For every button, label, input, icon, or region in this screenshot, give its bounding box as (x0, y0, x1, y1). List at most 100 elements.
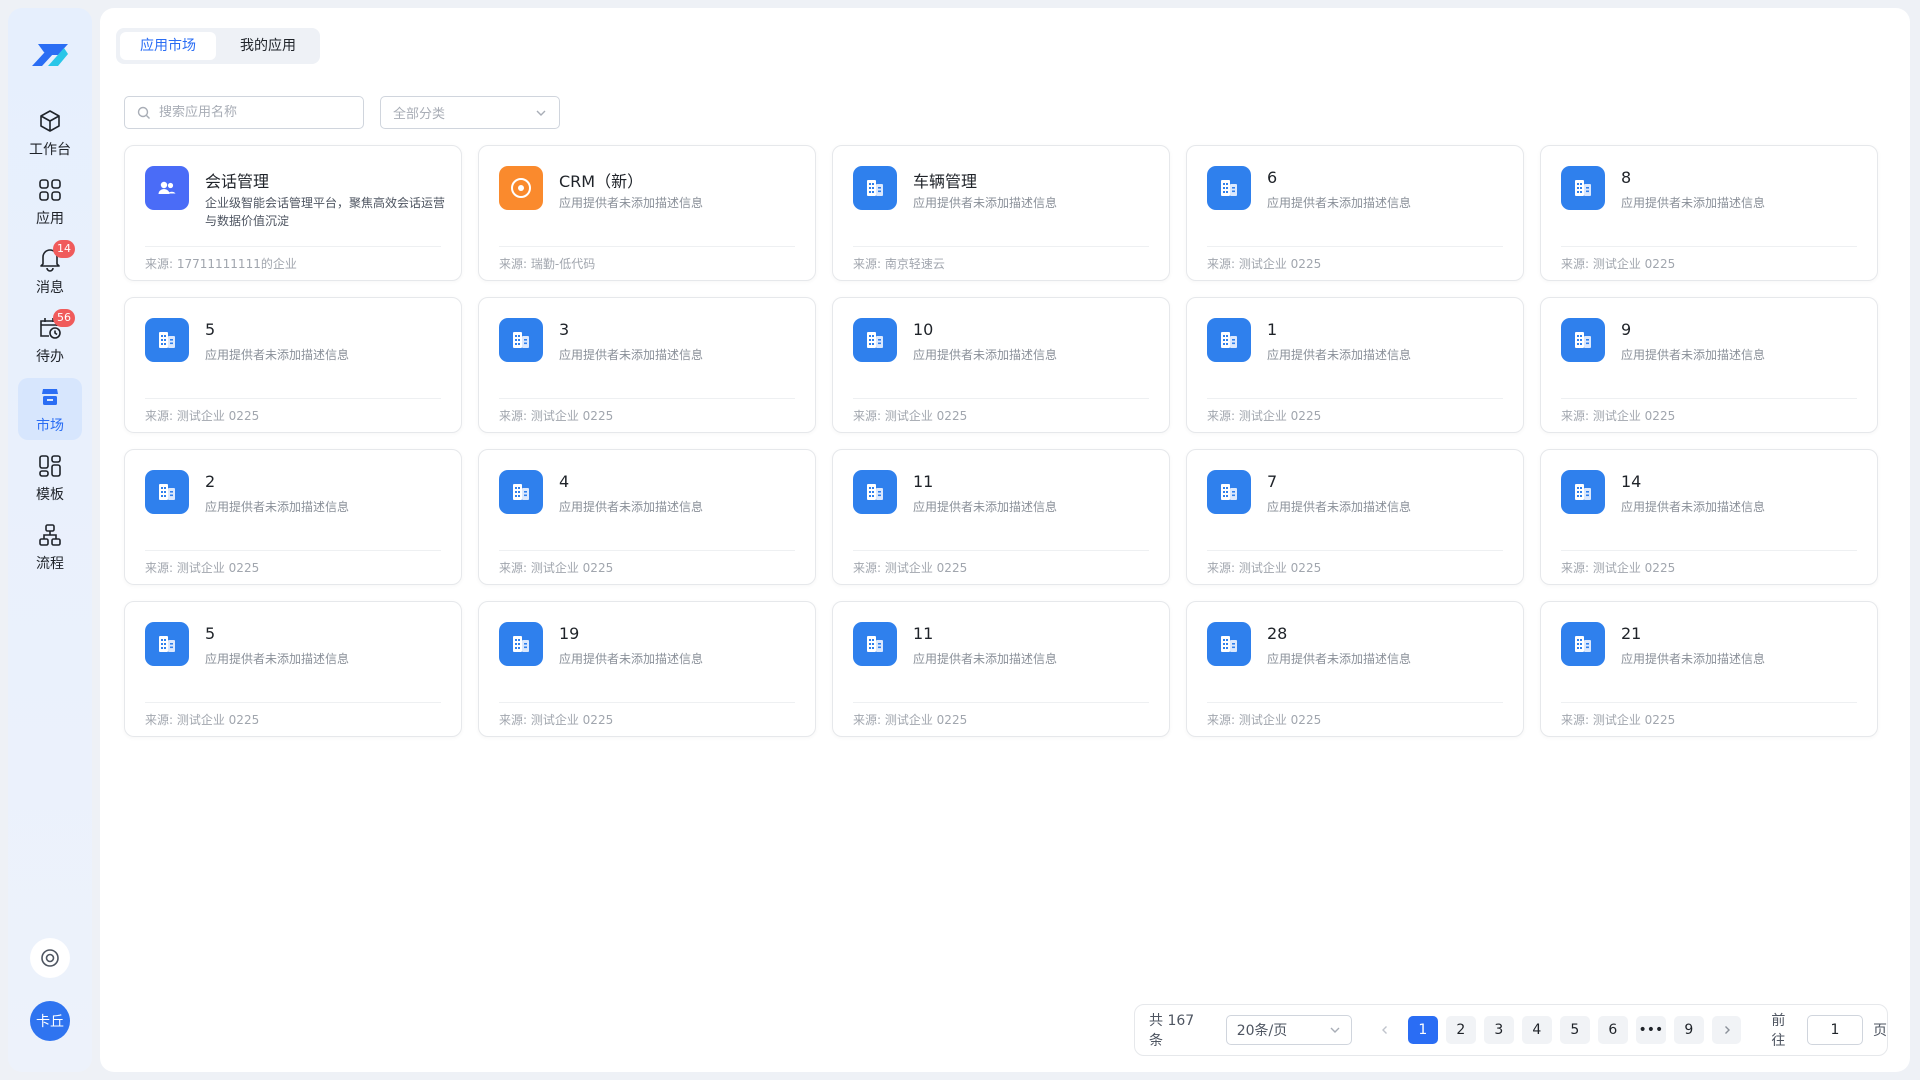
nav-label-apps: 应用 (36, 210, 64, 227)
app-card-source: 来源: 测试企业 0225 (1561, 561, 1676, 575)
app-card[interactable]: 21 应用提供者未添加描述信息 来源: 测试企业 0225 (1540, 601, 1878, 737)
crm-icon (499, 166, 543, 210)
nav-item-apps[interactable]: 应用 (18, 171, 82, 233)
page-button[interactable]: 9 (1673, 1016, 1704, 1044)
app-card-source: 来源: 南京轻速云 (853, 257, 945, 271)
app-card-title: 车辆管理 (913, 172, 978, 191)
app-card-description: 应用提供者未添加描述信息 (913, 348, 1058, 362)
app-card-source: 来源: 瑞勤-低代码 (499, 257, 596, 271)
goto-label: 前往 (1771, 1013, 1786, 1049)
page-button[interactable]: 4 (1521, 1016, 1552, 1044)
app-card-divider (1207, 702, 1503, 703)
app-card[interactable]: CRM（新） 应用提供者未添加描述信息 来源: 瑞勤-低代码 (478, 145, 816, 281)
app-card-title: 9 (1621, 320, 1632, 339)
app-card[interactable]: 7 应用提供者未添加描述信息 来源: 测试企业 0225 (1186, 449, 1524, 585)
building-icon (145, 318, 189, 362)
app-card[interactable]: 4 应用提供者未添加描述信息 来源: 测试企业 0225 (478, 449, 816, 585)
app-card[interactable]: 19 应用提供者未添加描述信息来源: 测试企业 0225 (478, 601, 816, 737)
app-card[interactable]: 5 应用提供者未添加描述信息 来源: 测试企业 0225 (124, 601, 462, 737)
app-card-title: 11 (913, 624, 934, 643)
app-card[interactable]: 11 应用提供者未添加描述信息 来源: 测试企业 0225 (832, 449, 1170, 585)
building-icon (853, 622, 897, 666)
app-card-description: 应用提供者未添加描述信息 (913, 500, 1058, 514)
app-card-description: 应用提供者未添加描述信息 (559, 500, 704, 514)
app-card-source: 来源: 测试企业 0225 (1561, 409, 1676, 423)
tab-bar: 应用市场 我的应用 (116, 28, 320, 64)
category-select[interactable]: 全部分类 (380, 96, 560, 129)
app-card-description: 应用提供者未添加描述信息 (1267, 196, 1412, 210)
search-input[interactable] (159, 105, 349, 120)
chevron-right-icon (1724, 1026, 1730, 1034)
app-card-description: 应用提供者未添加描述信息 (913, 196, 1058, 210)
nav-label-market: 市场 (36, 417, 64, 434)
page-size-select[interactable]: 20条/页 (1225, 1015, 1353, 1045)
app-card-title: 5 (205, 320, 216, 339)
app-card-source: 来源: 测试企业 0225 (853, 409, 968, 423)
page-button[interactable]: 3 (1483, 1016, 1514, 1044)
app-card-title: 21 (1621, 624, 1642, 643)
page-button[interactable]: 5 (1559, 1016, 1590, 1044)
sidebar: 工作台 应用 14 消息 56 待办 市场 模板 流程 卡丘 (8, 8, 92, 1072)
page-button[interactable]: 1 (1407, 1016, 1438, 1044)
chevron-down-icon (1330, 1027, 1340, 1033)
app-card-description: 应用提供者未添加描述信息 (1621, 652, 1766, 666)
nav-item-messages[interactable]: 14 消息 (18, 239, 82, 302)
app-card[interactable]: 1 应用提供者未添加描述信息 来源: 测试企业 0225 (1186, 297, 1524, 433)
app-card[interactable]: 28 应用提供者未添加描述信息 来源: 测试企业 0225 (1186, 601, 1524, 737)
tab-app-market[interactable]: 应用市场 (120, 32, 216, 60)
app-card[interactable]: 10 应用提供者未添加描述信息 来源: 测试企业 0225 (832, 297, 1170, 433)
app-card-title: 7 (1267, 472, 1278, 491)
app-card-divider (145, 246, 441, 247)
avatar[interactable]: 卡丘 (30, 1001, 70, 1041)
app-card-title: 19 (559, 624, 580, 643)
app-card-source: 来源: 测试企业 0225 (145, 409, 260, 423)
app-card-divider (499, 550, 795, 551)
page-button[interactable]: 6 (1597, 1016, 1628, 1044)
app-card-source: 来源: 测试企业 0225 (499, 713, 614, 727)
nav-item-todo[interactable]: 56 待办 (18, 308, 82, 371)
app-card-grid: 会话管理 企业级智能会话管理平台，聚焦高效会话运营与数据价值沉淀 来源: 17711… (124, 145, 1878, 737)
page-size-value: 20条/页 (1236, 1023, 1288, 1039)
app-card-source: 来源: 测试企业 0225 (145, 713, 260, 727)
app-card[interactable]: 8 应用提供者未添加描述信息 来源: 测试企业 0225 (1540, 145, 1878, 281)
app-card[interactable]: 14 应用提供者未添加描述信息 来源: 测试企业 0225 (1540, 449, 1878, 585)
apps-grid-icon (37, 177, 63, 203)
building-icon (499, 622, 543, 666)
app-card-source: 来源: 17711111111的企业 (145, 257, 297, 271)
prev-page-button[interactable] (1370, 1016, 1400, 1044)
app-card[interactable]: 会话管理 企业级智能会话管理平台，聚焦高效会话运营与数据价值沉淀 来源: 17711… (124, 145, 462, 281)
app-card-title: 5 (205, 624, 216, 643)
tab-my-apps[interactable]: 我的应用 (220, 32, 316, 60)
app-card[interactable]: 5 应用提供者未添加描述信息 来源: 测试企业 0225 (124, 297, 462, 433)
app-card-description: 应用提供者未添加描述信息 (1267, 652, 1412, 666)
app-card-divider (1207, 550, 1503, 551)
app-card-title: 14 (1621, 472, 1642, 491)
app-card-divider (1207, 246, 1503, 247)
next-page-button[interactable] (1711, 1016, 1742, 1044)
app-card-title: 3 (559, 320, 570, 339)
app-card[interactable]: 2 应用提供者未添加描述信息 来源: 测试企业 0225 (124, 449, 462, 585)
app-card[interactable]: 3 应用提供者未添加描述信息 来源: 测试企业 0225 (478, 297, 816, 433)
app-card[interactable]: 9 应用提供者未添加描述信息 来源: 测试企业 0225 (1540, 297, 1878, 433)
app-card-source: 来源: 测试企业 0225 (1207, 257, 1322, 271)
app-card[interactable]: 11 应用提供者未添加描述信息 来源: 测试企业 0225 (832, 601, 1170, 737)
building-icon (853, 318, 897, 362)
people-icon (145, 166, 189, 210)
app-card-description: 应用提供者未添加描述信息 (559, 348, 704, 362)
page-button[interactable]: 2 (1445, 1016, 1476, 1044)
nav-item-market[interactable]: 市场 (18, 378, 82, 440)
app-card[interactable]: 6 应用提供者未添加描述信息 来源: 测试企业 0225 (1186, 145, 1524, 281)
nav-item-workbench[interactable]: 工作台 (18, 102, 82, 164)
nav-item-templates[interactable]: 模板 (18, 447, 82, 509)
app-card-description: 应用提供者未添加描述信息 (205, 500, 350, 514)
goto-page-input[interactable] (1807, 1015, 1864, 1045)
nav-item-flow[interactable]: 流程 (18, 516, 82, 578)
bell-icon: 14 (37, 239, 75, 272)
app-card[interactable]: 车辆管理应用提供者未添加描述信息来源: 南京轻速云 (832, 145, 1170, 281)
page-ellipsis-button[interactable]: ••• (1635, 1016, 1666, 1044)
settings-button[interactable] (30, 938, 70, 978)
app-card-divider (499, 702, 795, 703)
nav-label-todo: 待办 (36, 348, 64, 365)
app-card-description: 应用提供者未添加描述信息 (559, 652, 704, 666)
app-card-description: 应用提供者未添加描述信息 (1267, 348, 1412, 362)
